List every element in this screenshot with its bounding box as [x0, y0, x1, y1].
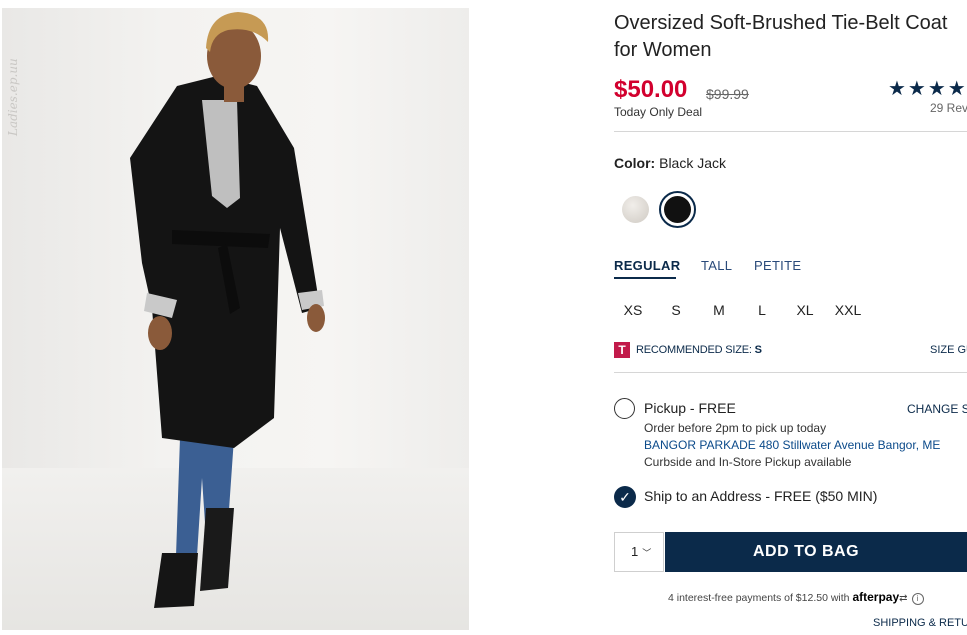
chevron-down-icon: ﹀ — [642, 548, 652, 558]
ship-check-icon[interactable]: ✓ — [614, 486, 636, 508]
afterpay-line: 4 interest-free payments of $12.50 with … — [668, 590, 924, 605]
sale-price: $50.00 — [614, 76, 688, 103]
color-label: Color: Black Jack — [614, 155, 726, 171]
add-to-bag-button[interactable]: ADD TO BAG — [665, 532, 967, 572]
quantity-value: 1 — [631, 544, 639, 559]
swatch-black-jack[interactable] — [664, 196, 691, 223]
tab-active-underline — [614, 277, 676, 279]
recommended-size-value: S — [754, 344, 762, 356]
size-s[interactable]: S — [662, 302, 690, 318]
quantity-select[interactable]: 1 ﹀ — [614, 532, 664, 572]
pickup-title: Pickup - FREE — [644, 400, 736, 416]
pickup-radio[interactable] — [614, 398, 635, 419]
size-m[interactable]: M — [705, 302, 733, 318]
afterpay-text: 4 interest-free payments of $12.50 with — [668, 592, 850, 604]
size-xl[interactable]: XL — [791, 302, 819, 318]
swatch-light-grey[interactable] — [622, 196, 649, 223]
size-xs[interactable]: XS — [619, 302, 647, 318]
curbside-note: Curbside and In-Store Pickup available — [644, 455, 852, 469]
recommended-size-label: RECOMMENDED SIZE: — [636, 344, 752, 356]
shipping-returns-link[interactable]: SHIPPING & RETU — [873, 617, 967, 629]
tab-regular[interactable]: REGULAR — [614, 258, 680, 273]
divider — [614, 372, 967, 373]
color-label-title: Color: — [614, 155, 656, 171]
recommended-size-link[interactable]: RECOMMENDED SIZE: S — [636, 344, 762, 356]
size-l[interactable]: L — [748, 302, 776, 318]
deal-label: Today Only Deal — [614, 105, 703, 119]
review-count-link[interactable]: 29 Rev — [930, 101, 967, 115]
afterpay-logo: afterpay — [852, 590, 900, 604]
true-fit-icon: T — [614, 342, 630, 358]
ship-option-label: Ship to an Address - FREE ($50 MIN) — [644, 488, 878, 504]
tab-tall[interactable]: TALL — [701, 258, 732, 273]
size-guide-link[interactable]: SIZE GU — [930, 344, 967, 356]
size-xxl[interactable]: XXL — [834, 302, 862, 318]
pickup-subtitle: Order before 2pm to pick up today — [644, 421, 827, 435]
divider — [614, 131, 967, 132]
tab-petite[interactable]: PETITE — [754, 258, 801, 273]
store-address-link[interactable]: BANGOR PARKADE 480 Stillwater Avenue Ban… — [644, 438, 940, 452]
model-illustration — [130, 12, 325, 608]
info-icon[interactable]: i — [911, 593, 924, 605]
rating-stars[interactable]: ★★★★ — [888, 76, 967, 101]
original-price: $99.99 — [706, 86, 749, 102]
product-image[interactable]: Ladies.ep.uu — [2, 8, 469, 630]
product-title: Oversized Soft-Brushed Tie-Belt Coat for… — [614, 12, 948, 61]
color-value: Black Jack — [659, 155, 727, 171]
watermark-text: Ladies.ep.uu — [6, 58, 20, 136]
change-store-link[interactable]: CHANGE ST — [907, 402, 967, 416]
afterpay-arrows-icon: ⇄ — [899, 593, 908, 604]
